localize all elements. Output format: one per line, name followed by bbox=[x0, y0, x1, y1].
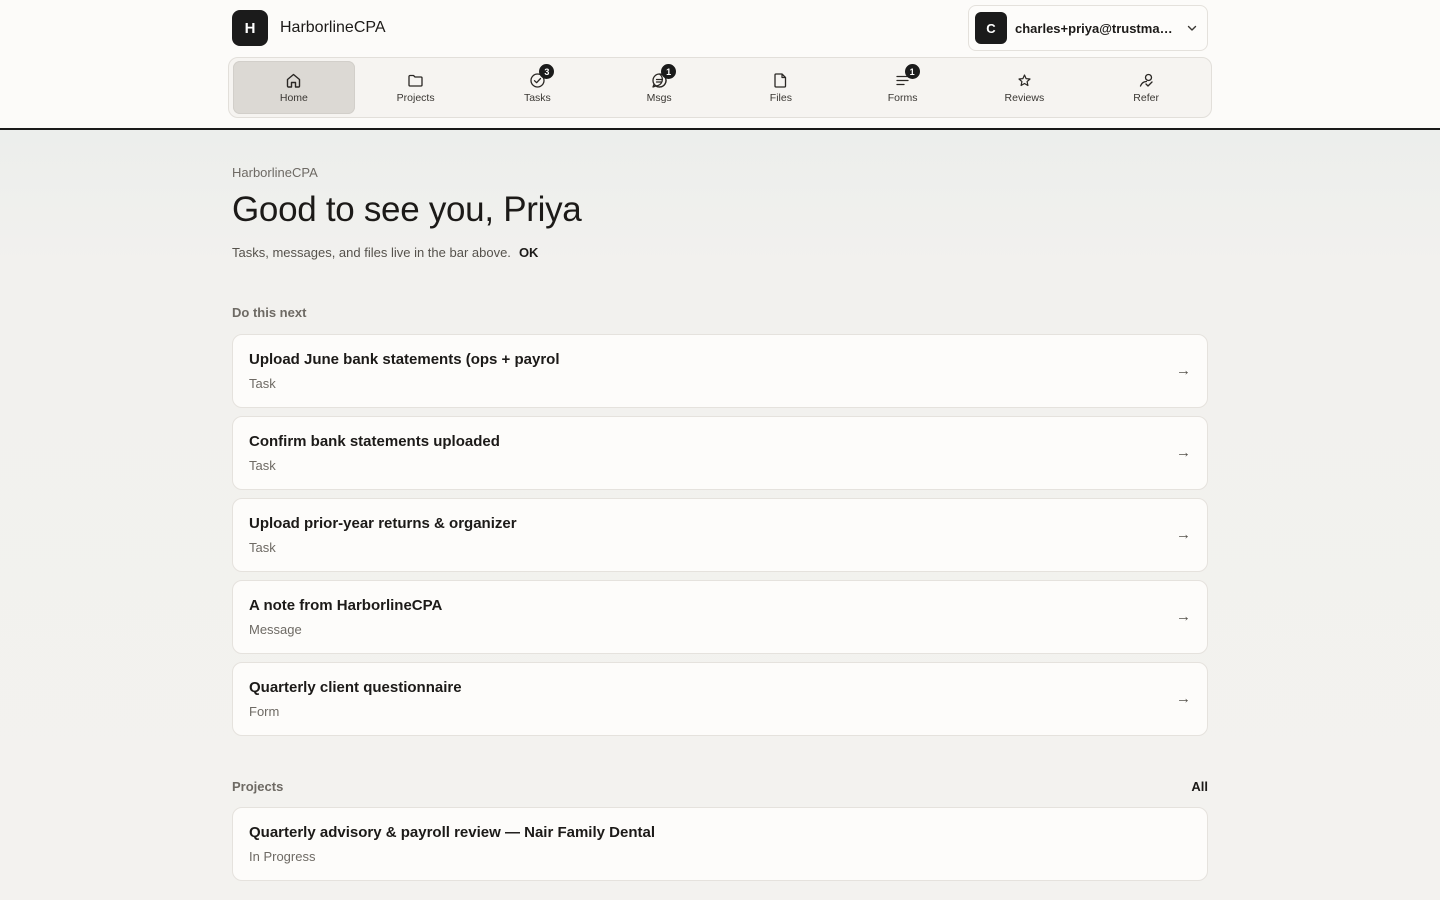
project-card[interactable]: Quarterly advisory & payroll review — Na… bbox=[232, 807, 1208, 881]
item-title: A note from HarborlineCPA bbox=[249, 597, 443, 614]
item-title: Upload prior-year returns & organizer bbox=[249, 515, 517, 532]
arrow-right-icon: → bbox=[1176, 526, 1191, 543]
nav-label: Msgs bbox=[646, 92, 672, 104]
item-title: Quarterly client questionnaire bbox=[249, 679, 462, 696]
nav-label: Tasks bbox=[523, 92, 551, 104]
hint-text: Tasks, messages, and files live in the b… bbox=[232, 245, 511, 260]
section-title-projects: Projects bbox=[232, 779, 284, 794]
nav-label: Refer bbox=[1133, 92, 1159, 104]
nav-label: Forms bbox=[887, 92, 918, 104]
nav-item-tasks[interactable]: 3 Tasks bbox=[477, 61, 599, 114]
item-title: Upload June bank statements (ops + payro… bbox=[249, 351, 560, 368]
nav-item-projects[interactable]: Projects bbox=[355, 61, 477, 114]
list-icon: 1 bbox=[894, 64, 920, 89]
item-type: Form bbox=[249, 704, 280, 719]
project-status: In Progress bbox=[249, 849, 316, 864]
star-icon bbox=[1015, 71, 1033, 89]
brand-name: HarborlineCPA bbox=[280, 19, 386, 36]
brand-logo: H bbox=[232, 10, 268, 46]
account-menu-button[interactable]: C charles+priya@trustmarket... bbox=[968, 5, 1208, 51]
page-eyebrow: HarborlineCPA bbox=[232, 165, 318, 180]
nav-item-files[interactable]: Files bbox=[720, 61, 842, 114]
tasks-count-badge: 3 bbox=[539, 64, 555, 79]
item-type: Task bbox=[249, 376, 276, 391]
nav-item-msgs[interactable]: 1 Msgs bbox=[598, 61, 720, 114]
page-title: Good to see you, Priya bbox=[232, 190, 582, 229]
item-type: Message bbox=[249, 622, 302, 637]
item-type: Task bbox=[249, 458, 276, 473]
section-title-do-this-next: Do this next bbox=[232, 305, 307, 320]
item-type: Task bbox=[249, 540, 276, 555]
nav-item-home[interactable]: Home bbox=[233, 61, 355, 114]
list-item[interactable]: Confirm bank statements uploaded Task → bbox=[232, 416, 1208, 490]
nav-item-refer[interactable]: Refer bbox=[1085, 61, 1207, 114]
item-title: Confirm bank statements uploaded bbox=[249, 433, 500, 450]
arrow-right-icon: → bbox=[1176, 608, 1191, 625]
main-nav: Home Projects 3 Tasks 1 Msgs Files 1 For… bbox=[228, 57, 1212, 118]
nav-label: Files bbox=[769, 92, 792, 104]
msgs-count-badge: 1 bbox=[661, 64, 677, 79]
dismiss-hint-button[interactable]: OK bbox=[519, 245, 539, 260]
file-icon bbox=[772, 71, 790, 89]
list-item[interactable]: Quarterly client questionnaire Form → bbox=[232, 662, 1208, 736]
hint-banner: Tasks, messages, and files live in the b… bbox=[232, 245, 538, 260]
avatar: C bbox=[975, 12, 1007, 44]
nav-label: Projects bbox=[396, 92, 435, 104]
brand[interactable]: H HarborlineCPA bbox=[232, 10, 386, 46]
check-circle-icon: 3 bbox=[528, 64, 555, 89]
home-icon bbox=[285, 71, 303, 89]
nav-label: Reviews bbox=[1004, 92, 1045, 104]
nav-label: Home bbox=[279, 92, 308, 104]
message-icon: 1 bbox=[650, 64, 677, 89]
forms-count-badge: 1 bbox=[904, 64, 920, 79]
view-all-projects-link[interactable]: All bbox=[1191, 779, 1208, 794]
list-item[interactable]: Upload prior-year returns & organizer Ta… bbox=[232, 498, 1208, 572]
account-email: charles+priya@trustmarket... bbox=[1015, 20, 1177, 36]
nav-item-reviews[interactable]: Reviews bbox=[964, 61, 1086, 114]
chevron-down-icon bbox=[1185, 21, 1199, 35]
refer-icon bbox=[1137, 71, 1155, 89]
arrow-right-icon: → bbox=[1176, 444, 1191, 461]
project-title: Quarterly advisory & payroll review — Na… bbox=[249, 824, 655, 841]
top-header: H HarborlineCPA C charles+priya@trustmar… bbox=[0, 0, 1440, 130]
list-item[interactable]: A note from HarborlineCPA Message → bbox=[232, 580, 1208, 654]
folder-icon bbox=[407, 71, 425, 89]
list-item[interactable]: Upload June bank statements (ops + payro… bbox=[232, 334, 1208, 408]
nav-item-forms[interactable]: 1 Forms bbox=[842, 61, 964, 114]
arrow-right-icon: → bbox=[1176, 690, 1191, 707]
arrow-right-icon: → bbox=[1176, 362, 1191, 379]
